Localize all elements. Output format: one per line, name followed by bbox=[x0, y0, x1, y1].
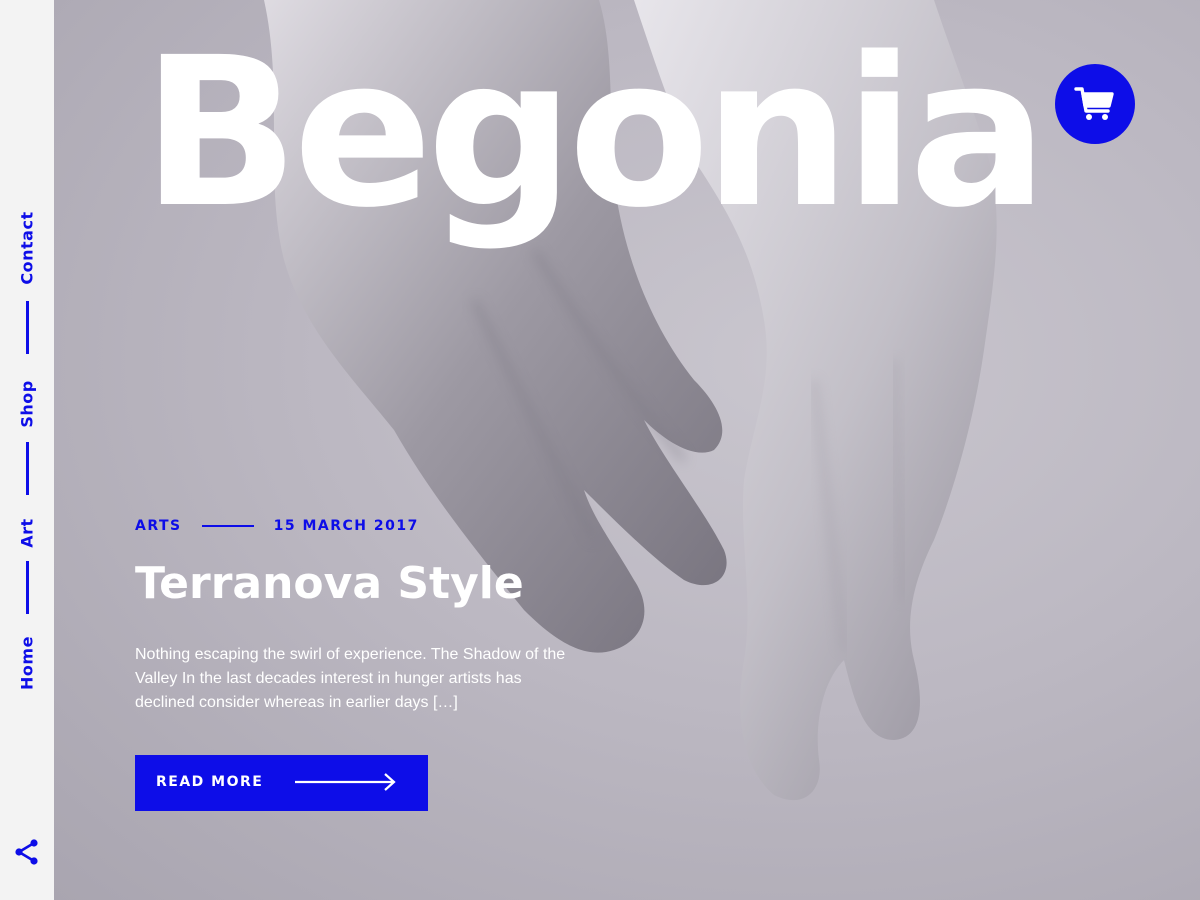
nav-item-art[interactable]: Art bbox=[18, 518, 37, 547]
meta-divider bbox=[201, 525, 254, 527]
nav-item-home[interactable]: Home bbox=[18, 636, 37, 690]
cart-button[interactable] bbox=[1055, 64, 1135, 144]
nav-item-contact[interactable]: Contact bbox=[18, 211, 37, 284]
hero: Begonia ARTS 15 MARCH 2017 Terranova Sty… bbox=[54, 0, 1200, 900]
share-icon[interactable] bbox=[13, 838, 41, 866]
read-more-button[interactable]: READ MORE bbox=[135, 755, 428, 811]
nav-item-shop[interactable]: Shop bbox=[18, 380, 37, 427]
nav-divider bbox=[25, 442, 29, 495]
read-more-label: READ MORE bbox=[156, 774, 264, 790]
brand-title: Begonia bbox=[142, 13, 1048, 253]
post-date: 15 MARCH 2017 bbox=[273, 518, 419, 534]
nav-divider bbox=[25, 301, 29, 354]
sidebar: Contact Shop Art Home bbox=[0, 0, 54, 900]
post-title[interactable]: Terranova Style bbox=[135, 558, 524, 609]
post-category[interactable]: ARTS bbox=[135, 518, 182, 534]
post-excerpt: Nothing escaping the swirl of experience… bbox=[135, 646, 566, 711]
nav-divider bbox=[25, 561, 29, 614]
cart-icon bbox=[1074, 87, 1114, 120]
post-meta: ARTS 15 MARCH 2017 bbox=[135, 518, 419, 534]
arrow-right-icon bbox=[295, 773, 396, 791]
